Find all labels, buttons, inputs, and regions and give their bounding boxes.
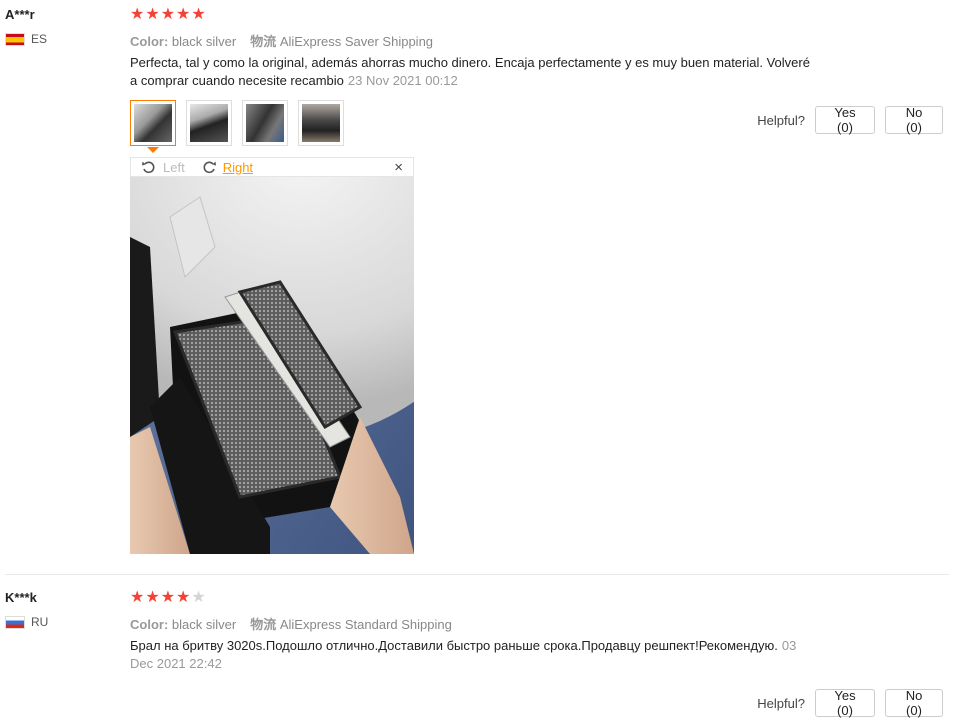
reviewer-country: ES xyxy=(5,32,47,46)
review-divider xyxy=(5,574,949,575)
review-text-line: Perfecta, tal y como la original, además… xyxy=(130,55,810,70)
rotate-left-label: Left xyxy=(163,159,185,175)
photo-thumbnail[interactable] xyxy=(242,100,288,146)
helpful-label: Helpful? xyxy=(757,112,805,128)
rotate-right-button[interactable]: Right xyxy=(201,159,253,175)
review-photo-thumbnails xyxy=(130,100,344,153)
review-text-line: a comprar cuando necesite recambio xyxy=(130,73,344,88)
shaver-head-photo xyxy=(130,177,414,554)
review-item: A***r ES ★★★★★ Color: black silver 物流 Ali… xyxy=(0,0,954,574)
product-meta: Color: black silver 物流 AliExpress Standar… xyxy=(130,614,452,633)
close-viewer-button[interactable]: × xyxy=(394,158,403,178)
photo-thumbnail[interactable] xyxy=(186,100,232,146)
rotate-left-icon xyxy=(142,161,155,174)
country-code: ES xyxy=(31,32,48,46)
review-text: Брал на бритву 3020s.Подошло отлично.Дос… xyxy=(130,637,850,673)
filled-stars: ★★★★ xyxy=(130,589,192,606)
helpful-label: Helpful? xyxy=(757,695,805,711)
helpful-controls: Helpful? Yes (0) No (0) xyxy=(757,105,943,135)
russia-flag-icon xyxy=(5,615,25,629)
reviewer-name: K***k xyxy=(5,590,37,605)
shipping-label: 物流 xyxy=(250,34,277,49)
color-value: black silver xyxy=(171,617,237,632)
star-rating: ★★★★★ xyxy=(130,590,207,606)
color-label: Color: xyxy=(130,34,169,49)
color-label: Color: xyxy=(130,617,169,632)
shipping-label: 物流 xyxy=(250,617,277,632)
photo-thumbnail[interactable] xyxy=(130,100,176,153)
helpful-yes-button[interactable]: Yes (0) xyxy=(815,688,875,718)
product-meta: Color: black silver 物流 AliExpress Saver S… xyxy=(130,31,433,50)
photo-viewer-toolbar: Left Right × xyxy=(130,157,414,177)
review-photo-large xyxy=(130,177,414,554)
star-rating: ★★★★★ xyxy=(130,7,207,23)
helpful-no-button[interactable]: No (0) xyxy=(885,105,943,135)
helpful-controls: Helpful? Yes (0) No (0) xyxy=(757,688,943,718)
rotate-left-button[interactable]: Left xyxy=(141,159,185,175)
helpful-yes-button[interactable]: Yes (0) xyxy=(815,105,875,135)
active-indicator-icon xyxy=(147,147,159,153)
rotate-right-icon xyxy=(203,161,216,174)
empty-stars: ★ xyxy=(191,589,207,606)
filled-stars: ★★★★★ xyxy=(130,6,207,23)
review-date: 23 Nov 2021 00:12 xyxy=(347,73,458,88)
helpful-no-button[interactable]: No (0) xyxy=(885,688,943,718)
spain-flag-icon xyxy=(5,32,25,46)
review-text: Perfecta, tal y como la original, además… xyxy=(130,54,850,90)
shipping-value: AliExpress Standard Shipping xyxy=(279,617,452,632)
reviewer-name: A***r xyxy=(5,7,35,22)
reviewer-country: RU xyxy=(5,615,48,629)
review-text-line: Брал на бритву 3020s.Подошло отлично.Дос… xyxy=(130,638,778,653)
review-item: K***k RU ★★★★★ Color: black silver 物流 Ali… xyxy=(0,583,954,721)
photo-thumbnail[interactable] xyxy=(298,100,344,146)
review-date: 03 xyxy=(781,638,797,653)
color-value: black silver xyxy=(171,34,237,49)
rotate-right-label: Right xyxy=(222,159,254,175)
review-date-continued: Dec 2021 22:42 xyxy=(130,656,222,671)
country-code: RU xyxy=(31,615,49,629)
shipping-value: AliExpress Saver Shipping xyxy=(279,34,434,49)
